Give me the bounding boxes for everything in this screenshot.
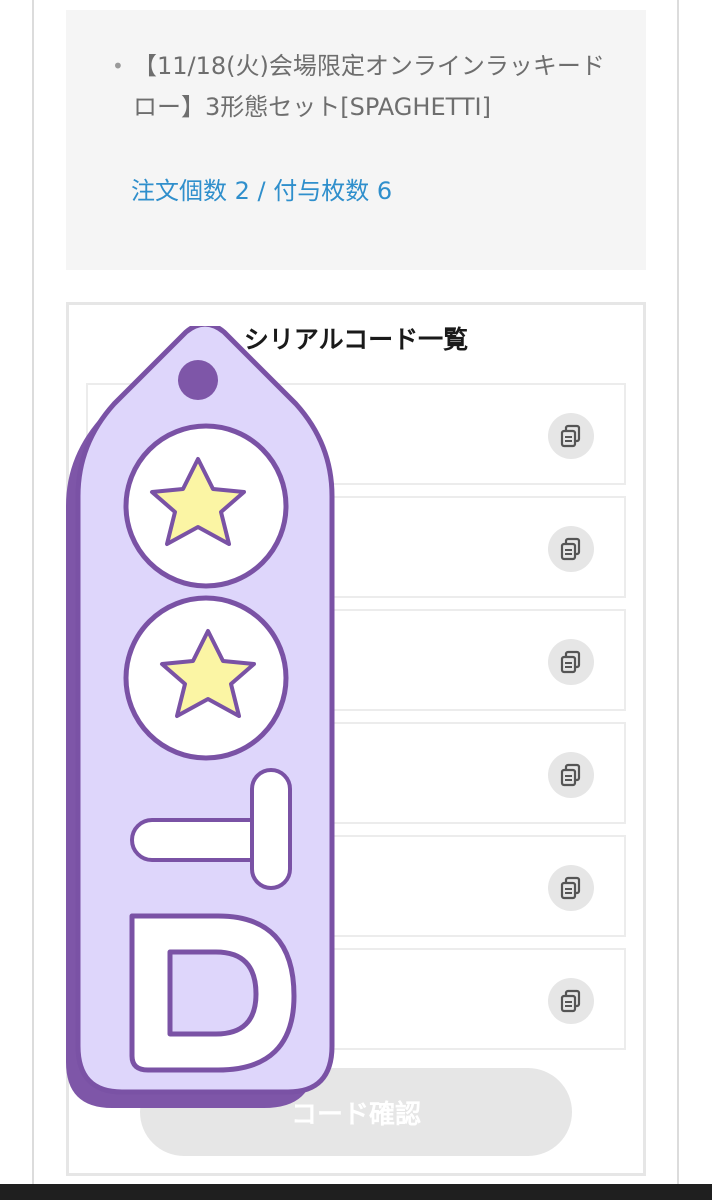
copy-icon <box>560 876 581 900</box>
copy-button[interactable] <box>548 413 594 459</box>
copy-button[interactable] <box>548 978 594 1024</box>
sticker-letter-t-stem <box>250 768 292 890</box>
item-quantity: 注文個数 2 / 付与枚数 6 <box>131 177 393 205</box>
copy-button[interactable] <box>548 865 594 911</box>
copy-button[interactable] <box>548 526 594 572</box>
copy-icon <box>560 537 581 561</box>
copy-button[interactable] <box>548 752 594 798</box>
keychain-sticker <box>66 326 335 1108</box>
copy-icon <box>560 650 581 674</box>
bottom-bar <box>0 1184 712 1200</box>
copy-icon <box>560 424 581 448</box>
copy-button[interactable] <box>548 639 594 685</box>
sticker-hole <box>178 360 218 400</box>
item-title: 【11/18(火)会場限定オンラインラッキードロー】3形態セット[SPAGHET… <box>133 52 605 121</box>
copy-icon <box>560 989 581 1013</box>
list-bullet: • <box>112 54 124 78</box>
copy-icon <box>560 763 581 787</box>
